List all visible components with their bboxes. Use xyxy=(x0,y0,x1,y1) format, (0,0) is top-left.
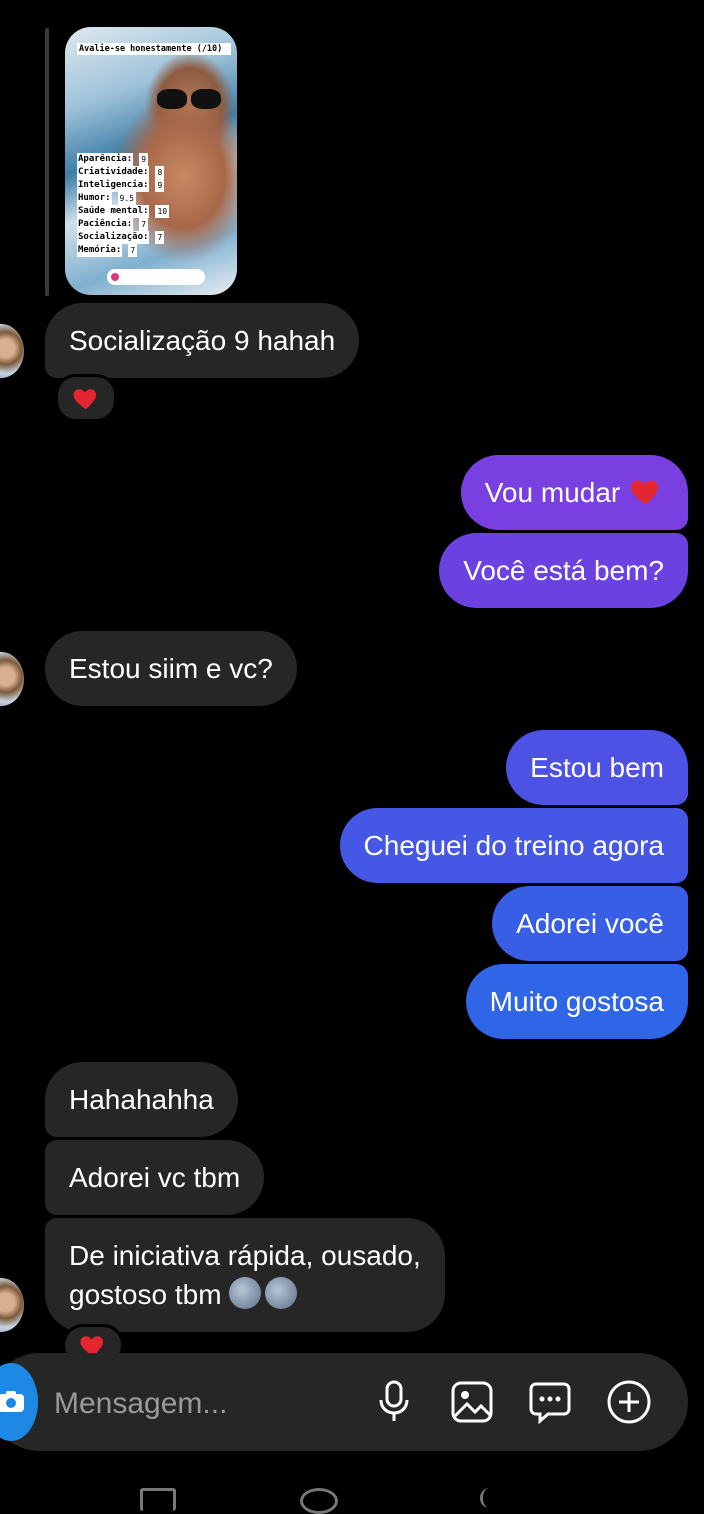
message-text: Você está bem? xyxy=(463,555,664,586)
chat-bubble-icon xyxy=(529,1382,571,1424)
gallery-button[interactable] xyxy=(448,1378,496,1426)
sunglasses xyxy=(157,89,225,111)
image-icon xyxy=(451,1381,493,1423)
plus-circle-icon xyxy=(607,1380,651,1424)
incoming-message[interactable]: Adorei vc tbm xyxy=(45,1140,265,1215)
message-text: Cheguei do treino agora xyxy=(363,830,664,861)
stat-row: Aparência: 9 xyxy=(77,153,149,166)
story-footer xyxy=(107,269,205,285)
outgoing-message[interactable]: Adorei você xyxy=(492,886,688,961)
contact-avatar[interactable] xyxy=(0,324,24,378)
reply-indicator xyxy=(45,28,49,296)
story-footer-dot xyxy=(111,273,119,281)
back-nav-icon[interactable] xyxy=(480,1488,499,1508)
story-reply-thumbnail[interactable]: Avalie-se honestamente (/10) Aparência: 9… xyxy=(65,27,237,295)
incoming-message[interactable]: Hahahahha xyxy=(45,1062,238,1137)
camera-icon xyxy=(0,1391,24,1412)
story-stats: Aparência: 9 Criatividade: 8 Inteligencia:… xyxy=(77,153,170,257)
outgoing-message[interactable]: Muito gostosa xyxy=(465,964,688,1039)
message-text-line: gostoso tbm xyxy=(69,1279,230,1310)
header-username-fragment: ⁀ xyxy=(150,0,260,10)
message-input[interactable] xyxy=(54,1383,354,1425)
stat-row: Socialização: 7 xyxy=(77,231,165,244)
message-text: Adorei vc tbm xyxy=(69,1162,241,1193)
incoming-message[interactable]: Estou siim e vc? xyxy=(45,631,297,706)
story-title: Avalie-se honestamente (/10) xyxy=(77,43,231,55)
heart-icon xyxy=(73,389,97,410)
microphone-icon xyxy=(379,1380,409,1421)
contact-avatar[interactable] xyxy=(0,652,24,706)
message-text: Socialização 9 hahah xyxy=(69,325,336,356)
heart-icon xyxy=(630,480,659,505)
sticker-button[interactable] xyxy=(526,1378,574,1426)
outgoing-message[interactable]: Estou bem xyxy=(506,730,688,805)
message-text: Hahahahha xyxy=(69,1084,214,1115)
heart-reaction[interactable] xyxy=(55,374,117,422)
stat-row: Paciência: 7 xyxy=(77,218,149,231)
outgoing-message[interactable]: Cheguei do treino agora xyxy=(339,808,688,883)
stat-row: Memória: 7 xyxy=(77,244,138,257)
more-button[interactable] xyxy=(605,1378,653,1426)
moon-face-icon xyxy=(229,1277,262,1309)
incoming-message[interactable]: De iniciativa rápida, ousado, gostoso tb… xyxy=(45,1218,445,1332)
message-text: Estou siim e vc? xyxy=(69,653,273,684)
message-text: Adorei você xyxy=(516,908,664,939)
message-text-line: De iniciativa rápida, ousado, xyxy=(69,1240,421,1271)
outgoing-message[interactable]: Você está bem? xyxy=(439,533,688,608)
outgoing-message[interactable]: Vou mudar xyxy=(460,455,688,530)
stat-row: Criatividade: 8 xyxy=(77,166,165,179)
microphone-button[interactable] xyxy=(370,1378,418,1426)
incoming-message[interactable]: Socialização 9 hahah xyxy=(45,303,360,378)
stat-row: Inteligencia: 9 xyxy=(77,179,165,192)
message-text: Muito gostosa xyxy=(489,986,664,1017)
home-nav-icon[interactable] xyxy=(300,1488,338,1514)
message-text: Estou bem xyxy=(530,752,664,783)
stat-row: Humor: 9.5 xyxy=(77,192,136,205)
contact-avatar[interactable] xyxy=(0,1278,24,1332)
stat-row: Saúde mental: 10 xyxy=(77,205,170,218)
moon-face-icon xyxy=(265,1277,298,1309)
message-text: Vou mudar xyxy=(484,477,628,508)
